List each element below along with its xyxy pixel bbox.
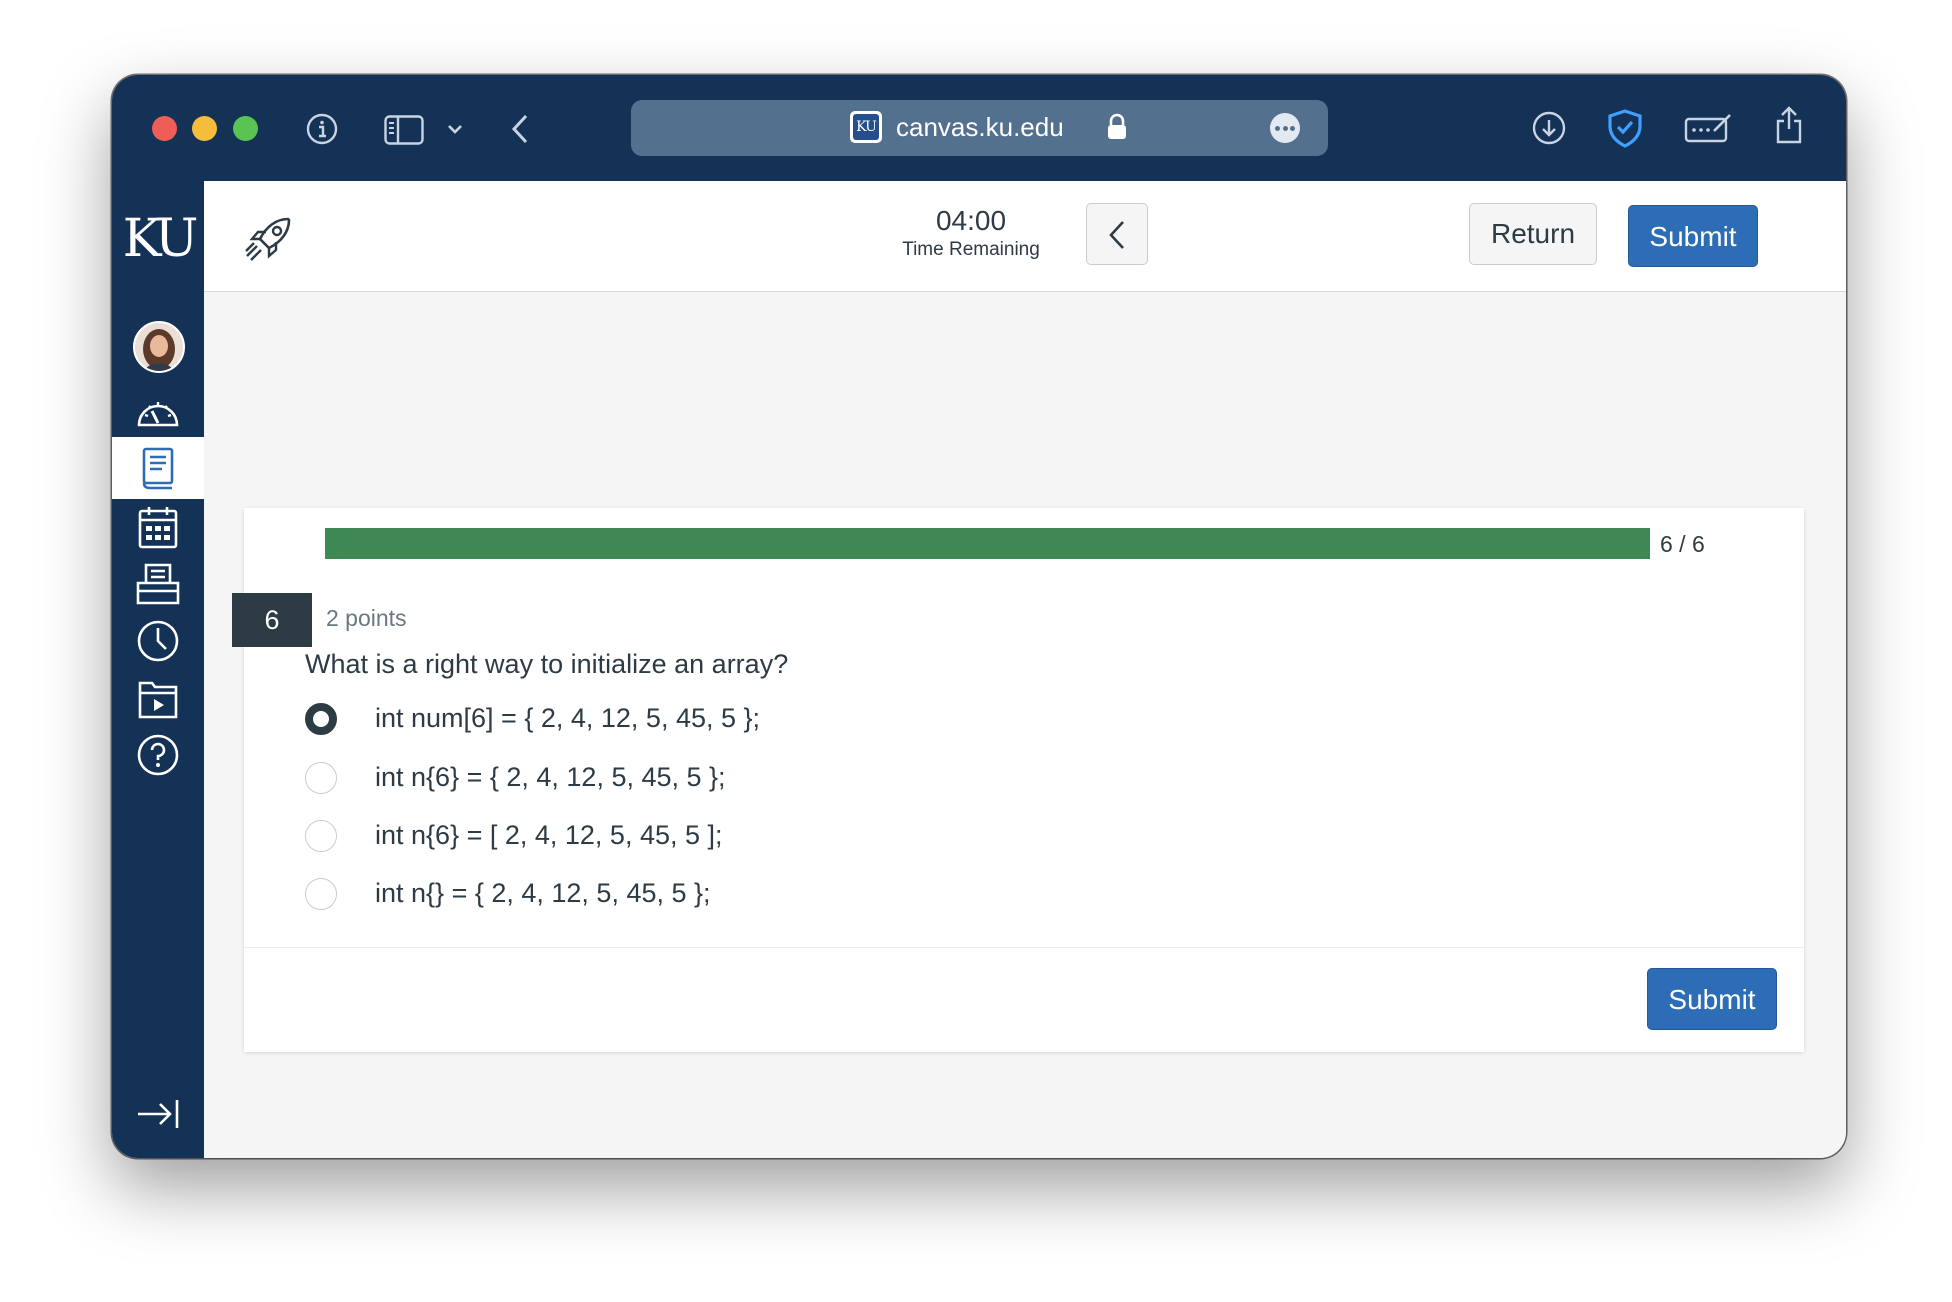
back-icon[interactable] [508, 113, 532, 145]
timer-value: 04:00 [935, 205, 1007, 236]
calendar-icon [138, 507, 178, 549]
sidebar-icon[interactable] [384, 115, 424, 145]
answer-label[interactable]: int n{} = { 2, 4, 12, 5, 45, 5 }; [375, 878, 711, 909]
main-content: 04:00 Time Remaining Return Submit 6 / 6… [204, 181, 1846, 1158]
clock-icon [137, 620, 179, 662]
progress-bar [325, 528, 1650, 559]
collapse-nav-icon [138, 1100, 179, 1128]
card-footer: Submit [244, 947, 1804, 1053]
question-text: What is a right way to initialize an arr… [305, 649, 789, 679]
quiz-header: 04:00 Time Remaining Return Submit [204, 181, 1846, 292]
answer-option[interactable]: int n{} = { 2, 4, 12, 5, 45, 5 }; [305, 876, 1205, 918]
answer-option[interactable]: int n{6} = { 2, 4, 12, 5, 45, 5 }; [305, 760, 1205, 802]
answer-radio[interactable] [305, 878, 337, 910]
answer-option[interactable]: int num[6] = { 2, 4, 12, 5, 45, 5 }; [305, 701, 1205, 743]
question-card: 6 / 6 6 2 points What is a right way to … [232, 508, 1804, 1053]
answer-radio[interactable] [305, 762, 337, 794]
timer-toggle-button[interactable] [1086, 203, 1148, 265]
chevron-down-icon[interactable] [446, 122, 464, 136]
dashboard-icon [137, 402, 179, 427]
progress-bar-fill [325, 528, 1650, 559]
global-navigation: KU [112, 181, 204, 1158]
question-points: 2 points [326, 605, 407, 631]
minimize-window-button[interactable] [192, 116, 217, 141]
answer-radio[interactable] [305, 703, 337, 735]
progress-text: 6 / 6 [1660, 531, 1705, 557]
password-icon[interactable] [1684, 111, 1734, 145]
share-icon[interactable] [1774, 105, 1804, 145]
address-bar[interactable]: KU canvas.ku.edu [631, 100, 1328, 156]
nav-studio[interactable] [112, 667, 204, 729]
nav-collapse[interactable] [112, 1086, 204, 1148]
question-number: 6 [232, 593, 312, 647]
rocket-icon [245, 217, 291, 261]
inbox-icon [136, 563, 180, 605]
ku-logo[interactable]: KU [118, 209, 199, 269]
answer-label[interactable]: int n{6} = [ 2, 4, 12, 5, 45, 5 ]; [375, 820, 723, 851]
answer-radio[interactable] [305, 820, 337, 852]
nav-inbox[interactable] [112, 553, 204, 615]
answer-option[interactable]: int n{6} = [ 2, 4, 12, 5, 45, 5 ]; [305, 818, 1205, 860]
nav-help[interactable] [112, 723, 204, 785]
user-photo [135, 323, 183, 371]
answer-label[interactable]: int num[6] = { 2, 4, 12, 5, 45, 5 }; [375, 703, 760, 734]
close-window-button[interactable] [152, 116, 177, 141]
nav-calendar[interactable] [112, 495, 204, 557]
studio-icon [138, 681, 178, 719]
answer-label[interactable]: int n{6} = { 2, 4, 12, 5, 45, 5 }; [375, 762, 726, 793]
browser-window: KU canvas.ku.edu KU 04:00 Time Remaining… [112, 75, 1846, 1158]
courses-icon [142, 447, 174, 490]
zoom-window-button[interactable] [233, 116, 258, 141]
submit-button[interactable]: Submit [1628, 205, 1758, 267]
more-icon[interactable] [1270, 113, 1300, 143]
download-icon[interactable] [1532, 111, 1566, 145]
help-icon [137, 734, 179, 776]
info-icon[interactable] [306, 113, 338, 145]
nav-courses[interactable] [112, 437, 204, 499]
lock-icon [1108, 113, 1126, 139]
nav-dashboard[interactable] [112, 381, 204, 443]
browser-toolbar: KU canvas.ku.edu [112, 75, 1846, 181]
avatar[interactable] [133, 321, 185, 373]
timer-label: Time Remaining [902, 239, 1040, 260]
return-button[interactable]: Return [1469, 203, 1597, 265]
site-favicon: KU [850, 111, 882, 143]
chevron-left-icon [1109, 221, 1124, 249]
footer-submit-button[interactable]: Submit [1647, 968, 1777, 1030]
shield-icon[interactable] [1606, 108, 1644, 148]
nav-history[interactable] [112, 609, 204, 671]
url-text: canvas.ku.edu [896, 112, 1064, 142]
